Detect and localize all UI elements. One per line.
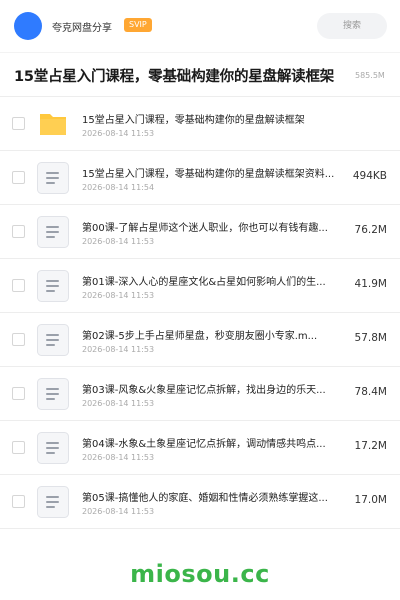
file-size: 17.0M xyxy=(354,494,387,506)
file-date: 2026-08-14 11:53 xyxy=(82,237,155,246)
total-size: 585.5M xyxy=(355,71,385,80)
file-row[interactable]: 第04课-水象&土象星座记忆点拆解，调动情感共鸣点... 2026-08-14 1… xyxy=(0,421,400,475)
document-icon xyxy=(37,378,69,410)
select-checkbox[interactable] xyxy=(12,225,25,238)
document-icon xyxy=(37,324,69,356)
select-checkbox[interactable] xyxy=(12,117,25,130)
file-row[interactable]: 第05课-搞懂他人的家庭、婚姻和性情必须熟练掌握这... 2026-08-14 1… xyxy=(0,475,400,529)
file-name: 第02课-5步上手占星师星盘，秒变朋友圈小专家.m... xyxy=(82,331,318,342)
file-date: 2026-08-14 11:53 xyxy=(82,453,155,462)
file-list: 15堂占星入门课程，零基础构建你的星盘解读框架 2026-08-14 11:53 1… xyxy=(0,96,400,529)
file-name: 第01课-深入人心的星座文化&占星如何影响人们的生... xyxy=(82,277,326,288)
file-date: 2026-08-14 11:53 xyxy=(82,399,155,408)
select-checkbox[interactable] xyxy=(12,171,25,184)
file-name: 第03课-风象&火象星座记忆点拆解，找出身边的乐天... xyxy=(82,385,326,396)
app-name: 夸克网盘分享 xyxy=(52,23,112,34)
file-date: 2026-08-14 11:53 xyxy=(82,129,155,138)
document-icon xyxy=(37,270,69,302)
file-name: 15堂占星入门课程，零基础构建你的星盘解读框架 xyxy=(82,115,305,126)
select-checkbox[interactable] xyxy=(12,387,25,400)
document-icon xyxy=(37,162,69,194)
file-size: 76.2M xyxy=(354,224,387,236)
page-title: 15堂占星入门课程，零基础构建你的星盘解读框架 xyxy=(14,69,335,85)
search-button[interactable]: 搜索 xyxy=(317,13,387,39)
file-row[interactable]: 第02课-5步上手占星师星盘，秒变朋友圈小专家.m... 2026-08-14 1… xyxy=(0,313,400,367)
file-size: 41.9M xyxy=(354,278,387,290)
file-size: 78.4M xyxy=(354,386,387,398)
file-size: 494KB xyxy=(352,170,387,182)
select-checkbox[interactable] xyxy=(12,495,25,508)
svip-badge: SVIP xyxy=(124,18,152,32)
file-name: 第00课-了解占星师这个迷人职业，你也可以有钱有趣... xyxy=(82,223,328,234)
document-icon xyxy=(37,486,69,518)
select-checkbox[interactable] xyxy=(12,441,25,454)
file-date: 2026-08-14 11:53 xyxy=(82,507,155,516)
file-size: 17.2M xyxy=(354,440,387,452)
file-row[interactable]: 15堂占星入门课程，零基础构建你的星盘解读框架资料... 2026-08-14 1… xyxy=(0,151,400,205)
document-icon xyxy=(37,432,69,464)
file-name: 15堂占星入门课程，零基础构建你的星盘解读框架资料... xyxy=(82,169,335,180)
document-icon xyxy=(37,216,69,248)
avatar[interactable] xyxy=(14,12,42,40)
select-checkbox[interactable] xyxy=(12,333,25,346)
file-date: 2026-08-14 11:53 xyxy=(82,291,155,300)
folder-icon xyxy=(37,108,69,140)
file-name: 第04课-水象&土象星座记忆点拆解，调动情感共鸣点... xyxy=(82,439,326,450)
share-title-row: 15堂占星入门课程，零基础构建你的星盘解读框架 585.5M xyxy=(0,52,400,96)
select-checkbox[interactable] xyxy=(12,279,25,292)
file-size: 57.8M xyxy=(354,332,387,344)
file-date: 2026-08-14 11:53 xyxy=(82,345,155,354)
file-row[interactable]: 第00课-了解占星师这个迷人职业，你也可以有钱有趣... 2026-08-14 1… xyxy=(0,205,400,259)
file-row[interactable]: 第03课-风象&火象星座记忆点拆解，找出身边的乐天... 2026-08-14 1… xyxy=(0,367,400,421)
file-name: 第05课-搞懂他人的家庭、婚姻和性情必须熟练掌握这... xyxy=(82,493,328,504)
file-row[interactable]: 第01课-深入人心的星座文化&占星如何影响人们的生... 2026-08-14 1… xyxy=(0,259,400,313)
file-date: 2026-08-14 11:54 xyxy=(82,183,155,192)
app-header: 夸克网盘分享 SVIP 搜索 xyxy=(0,0,400,52)
file-row[interactable]: 15堂占星入门课程，零基础构建你的星盘解读框架 2026-08-14 11:53 xyxy=(0,97,400,151)
watermark-text: miosou.cc xyxy=(130,560,270,588)
